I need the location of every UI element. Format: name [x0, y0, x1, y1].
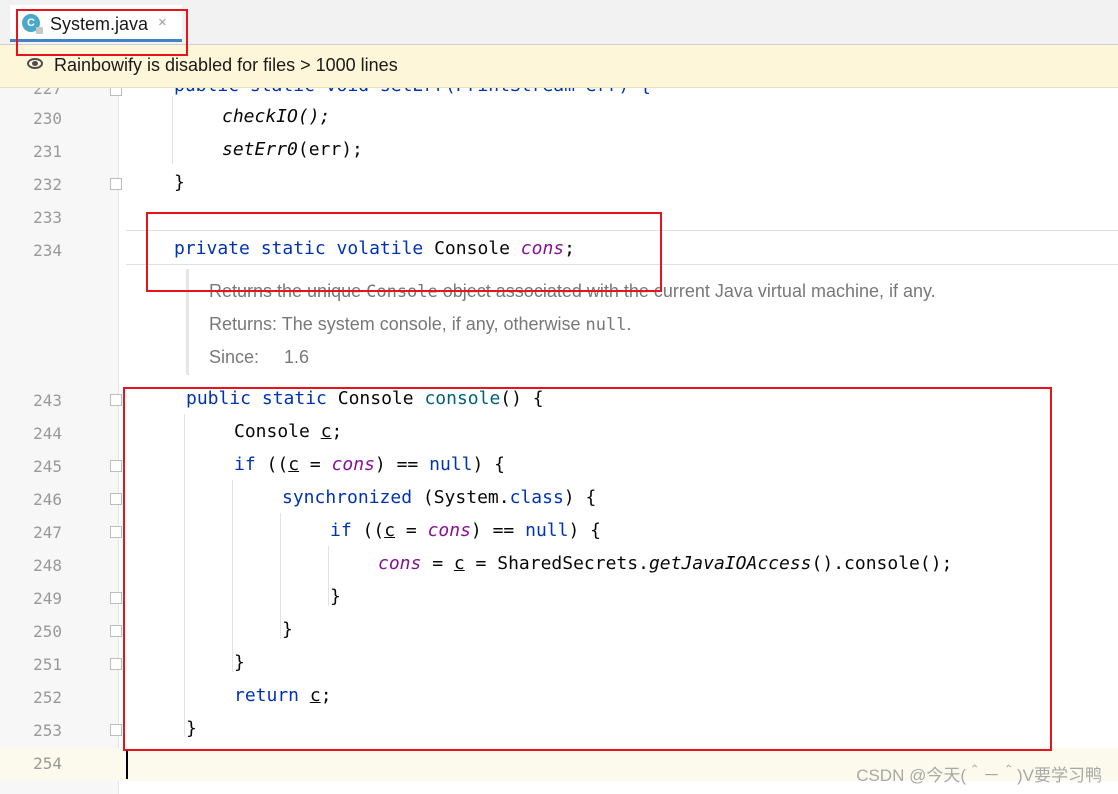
method-call: setErr0: [222, 139, 298, 160]
annotation-box-method: [123, 387, 1052, 751]
doc-code: null: [585, 315, 627, 335]
line-number: 248: [33, 556, 62, 575]
code-line: setErr0(err);: [222, 139, 363, 160]
line-number: 251: [33, 655, 62, 674]
fold-marker[interactable]: [110, 592, 122, 604]
doc-text: The system console, if any, otherwise: [281, 314, 586, 334]
fold-marker[interactable]: [110, 394, 122, 406]
annotation-box-field: [146, 212, 662, 292]
javadoc-since: Since: 1.6: [209, 347, 309, 368]
line-number: 244: [33, 424, 62, 443]
doc-text: 1.6: [284, 347, 310, 367]
indent-guide: [172, 96, 173, 164]
line-number: 231: [33, 142, 62, 161]
code-line: }: [174, 172, 185, 193]
line-number: 230: [33, 109, 62, 128]
line-number: 252: [33, 688, 62, 707]
watermark: CSDN @今天(＾－＾)V要学习鸭: [856, 766, 1102, 785]
line-number: 227: [33, 88, 62, 98]
fold-marker[interactable]: [110, 178, 122, 190]
fold-marker[interactable]: [110, 526, 122, 538]
fold-marker[interactable]: [110, 493, 122, 505]
line-number: 243: [33, 391, 62, 410]
javadoc-returns: Returns: The system console, if any, oth…: [209, 314, 631, 335]
line-number: 253: [33, 721, 62, 740]
line-number: 245: [33, 457, 62, 476]
fold-marker[interactable]: [110, 658, 122, 670]
text-caret: [126, 751, 128, 779]
line-number: 250: [33, 622, 62, 641]
line-number: 249: [33, 589, 62, 608]
code-line: checkIO();: [222, 106, 331, 127]
doc-text: .: [626, 314, 632, 334]
annotation-box-tab: [16, 9, 188, 56]
fold-marker[interactable]: [110, 724, 122, 736]
code-line: public static void setErr(PrintStream er…: [174, 88, 651, 96]
line-number: 247: [33, 523, 62, 542]
doc-label: Since:: [209, 347, 260, 367]
doc-label: Returns:: [209, 314, 278, 334]
line-number: 234: [33, 241, 62, 260]
eye-icon: [27, 58, 43, 69]
banner-text: Rainbowify is disabled for files > 1000 …: [54, 55, 398, 75]
fold-marker[interactable]: [110, 88, 122, 96]
fold-marker[interactable]: [110, 625, 122, 637]
fold-marker[interactable]: [110, 460, 122, 472]
line-number: 233: [33, 208, 62, 227]
line-number: 246: [33, 490, 62, 509]
line-number: 232: [33, 175, 62, 194]
args: (err);: [297, 139, 363, 160]
line-number: 254: [33, 754, 62, 773]
